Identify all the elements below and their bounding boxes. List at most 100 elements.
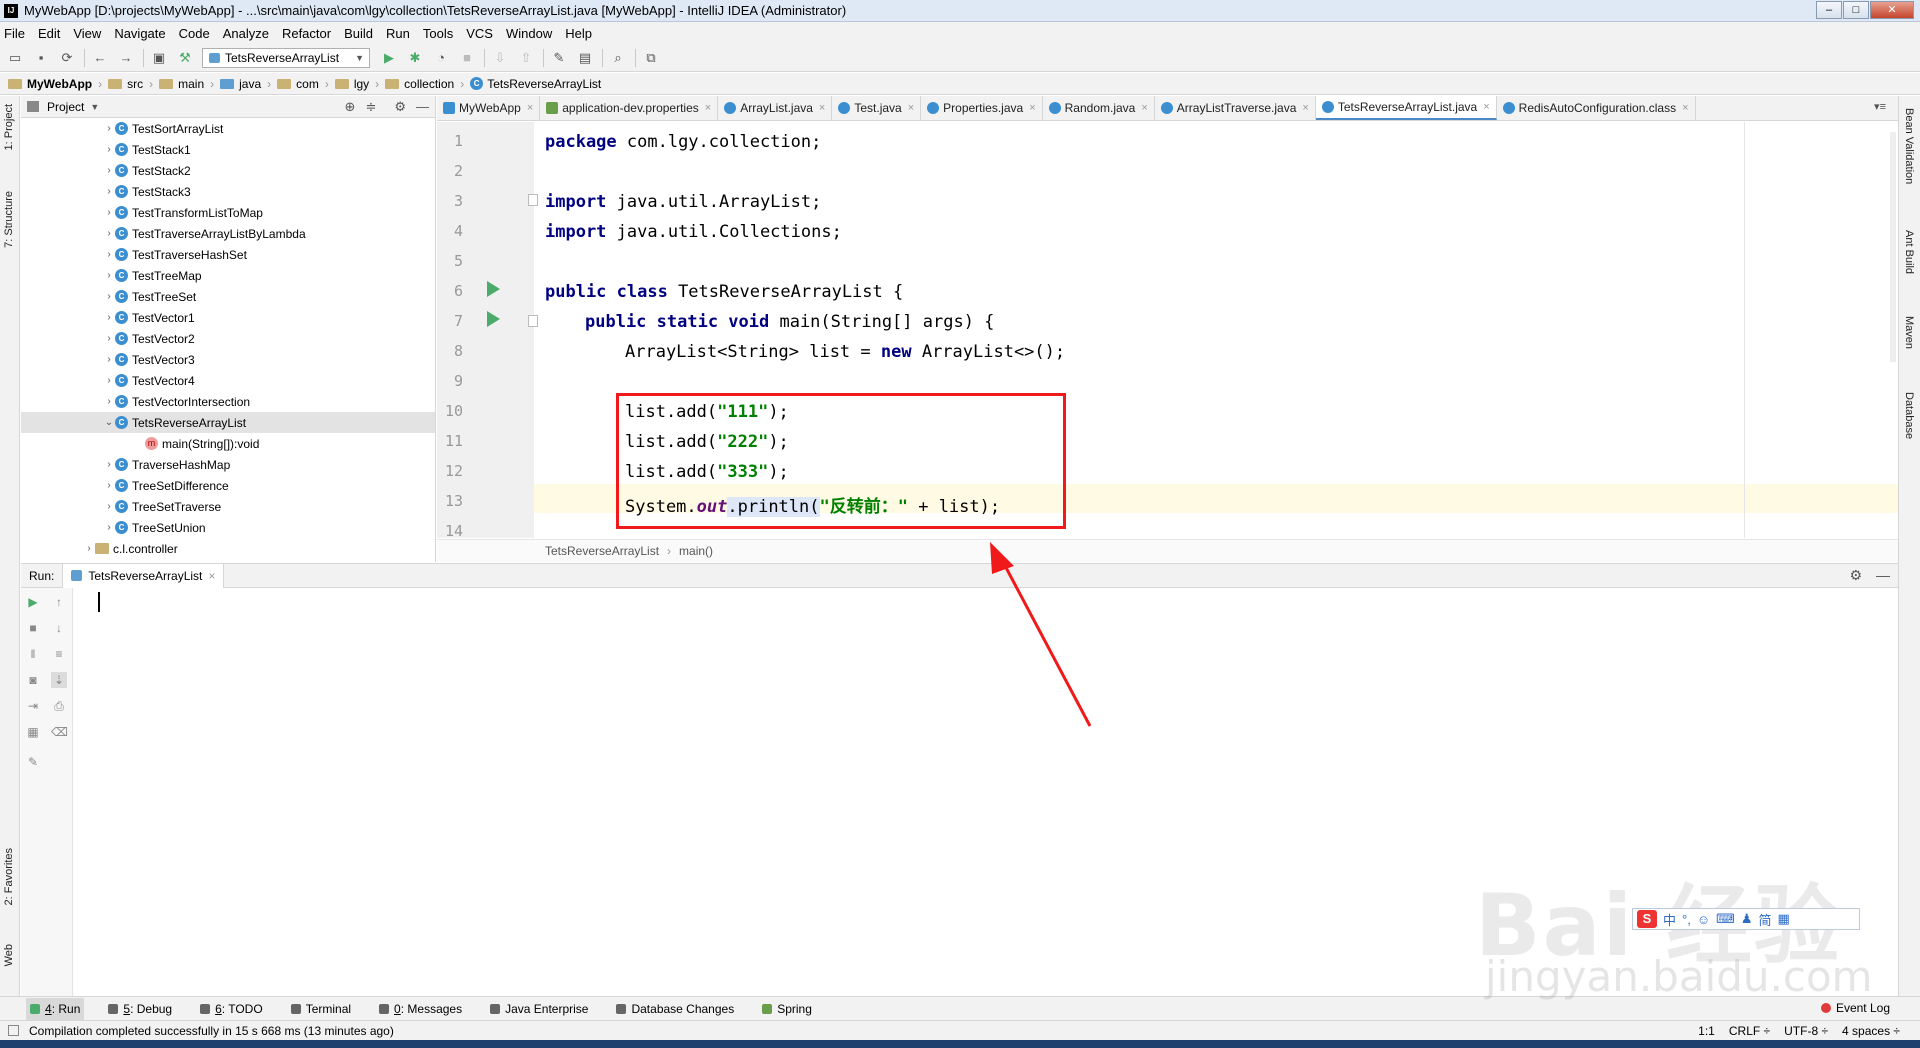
tab-test-java[interactable]: Test.java × xyxy=(832,96,922,120)
tree-item-tetsreversearraylist[interactable]: ⌄ C TetsReverseArrayList xyxy=(21,412,435,433)
menu-navigate[interactable]: Navigate xyxy=(114,26,165,41)
tabs-dropdown-icon[interactable]: ▾≡ xyxy=(1874,100,1886,113)
project-tool-button[interactable]: 1: Project xyxy=(3,104,15,150)
breadcrumb-item[interactable]: src › xyxy=(108,77,153,91)
tool-messages[interactable]: 0: Messages xyxy=(375,998,466,1020)
menu-analyze[interactable]: Analyze xyxy=(223,26,269,41)
pin-icon[interactable]: ✎ xyxy=(25,754,41,770)
debug-icon[interactable]: ✱ xyxy=(406,49,424,67)
caret-position[interactable]: 1:1 xyxy=(1698,1024,1715,1038)
breadcrumb-item[interactable]: com › xyxy=(277,77,329,91)
chevron-down-icon[interactable]: ▼ xyxy=(90,102,99,112)
tree-item-testvector2[interactable]: › C TestVector2 xyxy=(21,328,435,349)
breadcrumb-item[interactable]: lgy › xyxy=(334,77,379,91)
menu-edit[interactable]: Edit xyxy=(38,26,60,41)
tool-windows-toggle-icon[interactable] xyxy=(8,1025,19,1036)
tree-item-testvector3[interactable]: › C TestVector3 xyxy=(21,349,435,370)
tree-item-testtransformlisttomap[interactable]: › C TestTransformListToMap xyxy=(21,202,435,223)
tree-item-traversehashmap[interactable]: › C TraverseHashMap xyxy=(21,454,435,475)
search-icon[interactable]: ⌕ xyxy=(609,49,627,67)
gear-icon[interactable]: ⚙ xyxy=(394,99,406,115)
breadcrumb-item[interactable]: collection › xyxy=(385,77,464,91)
stop-icon[interactable]: ■ xyxy=(25,620,41,636)
scroll-to-end-icon[interactable]: ⇣ xyxy=(51,672,67,688)
console-caret[interactable] xyxy=(98,592,100,612)
run-main-gutter-icon[interactable] xyxy=(487,311,500,327)
tab-redisautoconfiguration-class[interactable]: RedisAutoConfiguration.class × xyxy=(1497,96,1696,120)
favorites-tool-button[interactable]: 2: Favorites xyxy=(3,848,15,905)
back-icon[interactable]: ← xyxy=(91,49,109,67)
tree-item-testtreeset[interactable]: › C TestTreeSet xyxy=(21,286,435,307)
coverage-icon[interactable]: ◔ xyxy=(432,49,450,67)
menu-file[interactable]: File xyxy=(4,26,25,41)
tree-item-testtreemap[interactable]: › C TestTreeMap xyxy=(21,265,435,286)
menu-window[interactable]: Window xyxy=(506,26,552,41)
ime-mode-icon[interactable]: 中 xyxy=(1663,910,1676,929)
menu-refactor[interactable]: Refactor xyxy=(282,26,331,41)
tree-item-testtraversearraylistbylambda[interactable]: › C TestTraverseArrayListByLambda xyxy=(21,223,435,244)
close-icon[interactable]: × xyxy=(819,102,825,114)
bean-validation-tool-button[interactable]: Bean Validation xyxy=(1903,108,1915,184)
tool-todo[interactable]: 6: TODO xyxy=(196,998,267,1020)
emoji-icon[interactable]: ☺ xyxy=(1697,912,1710,927)
minimize-button[interactable]: – xyxy=(1816,1,1842,19)
tab-random-java[interactable]: Random.java × xyxy=(1043,96,1155,120)
project-view-select[interactable]: Project xyxy=(47,100,84,114)
rerun-icon[interactable]: ▶ xyxy=(25,594,41,610)
tool-spring[interactable]: Spring xyxy=(758,998,816,1020)
open-folder-icon[interactable]: ▭ xyxy=(6,49,24,67)
database-tool-button[interactable]: Database xyxy=(1903,392,1915,439)
tree-item-treesetunion[interactable]: › C TreeSetUnion xyxy=(21,517,435,538)
pause-icon[interactable]: ‖ xyxy=(25,646,41,662)
tree-item-treesetdifference[interactable]: › C TreeSetDifference xyxy=(21,475,435,496)
tree-item-testtraversehashset[interactable]: › C TestTraverseHashSet xyxy=(21,244,435,265)
forward-icon[interactable]: → xyxy=(117,49,135,67)
event-log-button[interactable]: Event Log xyxy=(1820,1001,1890,1015)
ime-language[interactable]: 简 xyxy=(1759,910,1772,929)
menu-run[interactable]: Run xyxy=(386,26,410,41)
soft-wrap-icon[interactable]: ≡ xyxy=(51,646,67,662)
skin-icon[interactable]: ♟ xyxy=(1741,911,1753,927)
close-icon[interactable]: × xyxy=(208,569,215,583)
tree-item-teststack2[interactable]: › C TestStack2 xyxy=(21,160,435,181)
close-icon[interactable]: × xyxy=(1141,102,1147,114)
run-class-gutter-icon[interactable] xyxy=(487,281,500,297)
tree-item-testvectorintersection[interactable]: › C TestVectorIntersection xyxy=(21,391,435,412)
close-icon[interactable]: × xyxy=(1302,102,1308,114)
editor-scrollbar[interactable] xyxy=(1890,132,1896,362)
close-icon[interactable]: × xyxy=(1682,102,1688,114)
close-icon[interactable]: × xyxy=(527,102,533,114)
collapse-all-icon[interactable]: ≑ xyxy=(365,99,376,115)
breadcrumb-item[interactable]: C TetsReverseArrayList xyxy=(470,77,601,91)
down-arrow-icon[interactable]: ↓ xyxy=(51,620,67,636)
save-icon[interactable]: ▪ xyxy=(32,49,50,67)
tree-item-treesettraverse[interactable]: › C TreeSetTraverse xyxy=(21,496,435,517)
breadcrumb-item[interactable]: java › xyxy=(220,77,271,91)
hide-icon[interactable]: — xyxy=(1876,567,1890,584)
menu-help[interactable]: Help xyxy=(565,26,592,41)
tab-application-dev-properties[interactable]: application-dev.properties × xyxy=(540,96,719,120)
stop-icon[interactable]: ■ xyxy=(458,49,476,67)
tool-terminal[interactable]: Terminal xyxy=(287,998,355,1020)
tool-run[interactable]: 4: Run xyxy=(26,997,85,1020)
trash-icon[interactable]: ⌫ xyxy=(51,724,68,740)
fold-icon[interactable] xyxy=(528,194,538,206)
vcs-update-icon[interactable]: ⇩ xyxy=(491,49,509,67)
menu-code[interactable]: Code xyxy=(179,26,210,41)
menu-view[interactable]: View xyxy=(73,26,101,41)
maven-tool-button[interactable]: Maven xyxy=(1903,316,1915,349)
close-button[interactable]: ✕ xyxy=(1870,1,1914,19)
close-icon[interactable]: × xyxy=(1029,102,1035,114)
ant-build-tool-button[interactable]: Ant Build xyxy=(1903,230,1915,274)
menu-vcs[interactable]: VCS xyxy=(466,26,493,41)
crumb-method[interactable]: main() xyxy=(679,544,713,558)
structure-tool-button[interactable]: 7: Structure xyxy=(3,191,15,248)
close-icon[interactable]: × xyxy=(908,102,914,114)
grid-icon[interactable]: ▦ xyxy=(1778,911,1790,927)
breadcrumb-item[interactable]: main › xyxy=(159,77,214,91)
tree-item-testvector4[interactable]: › C TestVector4 xyxy=(21,370,435,391)
sync-icon[interactable]: ⟳ xyxy=(58,49,76,67)
punctuation-icon[interactable]: °, xyxy=(1682,912,1691,927)
run-icon[interactable]: ▶ xyxy=(380,49,398,67)
tab-arraylist-java[interactable]: ArrayList.java × xyxy=(718,96,833,120)
